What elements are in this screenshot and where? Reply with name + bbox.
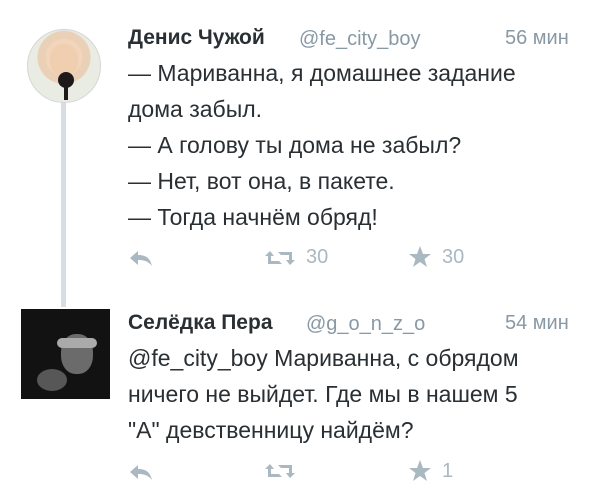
avatar[interactable] xyxy=(21,309,110,399)
tweet-text: — Мариванна, я домашнее задание дома заб… xyxy=(128,55,516,235)
reply-button[interactable] xyxy=(128,462,154,482)
star-icon xyxy=(408,459,432,483)
reply-icon xyxy=(128,248,154,268)
tweet[interactable]: Денис Чужой @fe_city_boy 56 мин — Марива… xyxy=(0,0,600,300)
tweet-text-line: — Мариванна, я домашнее задание xyxy=(128,60,516,86)
favorite-count: 30 xyxy=(442,245,465,268)
tweet-text-line: дома забыл. xyxy=(128,96,263,122)
retweet-button[interactable] xyxy=(264,460,306,482)
author-handle[interactable]: @fe_city_boy xyxy=(299,28,420,51)
tweet-text-line: ничего не выйдет. Где мы в нашем 5 xyxy=(128,381,518,407)
avatar-smoke xyxy=(37,369,67,391)
favorite-button[interactable]: 1 xyxy=(408,459,453,483)
tweet-text-line: "А" девственницу найдём? xyxy=(128,417,414,443)
avatar-drip xyxy=(64,84,68,100)
tweet-text: @fe_city_boy Мариванна, с обрядом ничего… xyxy=(128,340,519,448)
tweet-text-line: — Тогда начнём обряд! xyxy=(128,204,378,230)
timestamp[interactable]: 56 мин xyxy=(505,27,569,50)
favorite-button[interactable]: 30 xyxy=(408,245,464,269)
reply-icon xyxy=(128,462,154,482)
star-icon xyxy=(408,245,432,269)
reply-button[interactable] xyxy=(128,248,154,268)
timestamp[interactable]: 54 мин xyxy=(505,312,569,335)
avatar[interactable] xyxy=(27,29,101,103)
retweet-icon xyxy=(264,247,296,269)
author-handle[interactable]: @g_o_n_z_o xyxy=(306,313,425,336)
favorite-count: 1 xyxy=(442,459,454,482)
tweet-text-line: — А голову ты дома не забыл? xyxy=(128,132,462,158)
author-name[interactable]: Селёдка Пера xyxy=(128,311,273,335)
retweet-count: 30 xyxy=(306,246,329,268)
retweet-icon xyxy=(264,460,296,482)
retweet-button[interactable]: 30 xyxy=(264,246,328,269)
author-name[interactable]: Денис Чужой xyxy=(128,26,265,50)
avatar-goggles xyxy=(57,338,97,348)
tweet-text-line: @fe_city_boy Мариванна, с обрядом xyxy=(128,345,519,371)
tweet-text-line: — Нет, вот она, в пакете. xyxy=(128,168,395,194)
